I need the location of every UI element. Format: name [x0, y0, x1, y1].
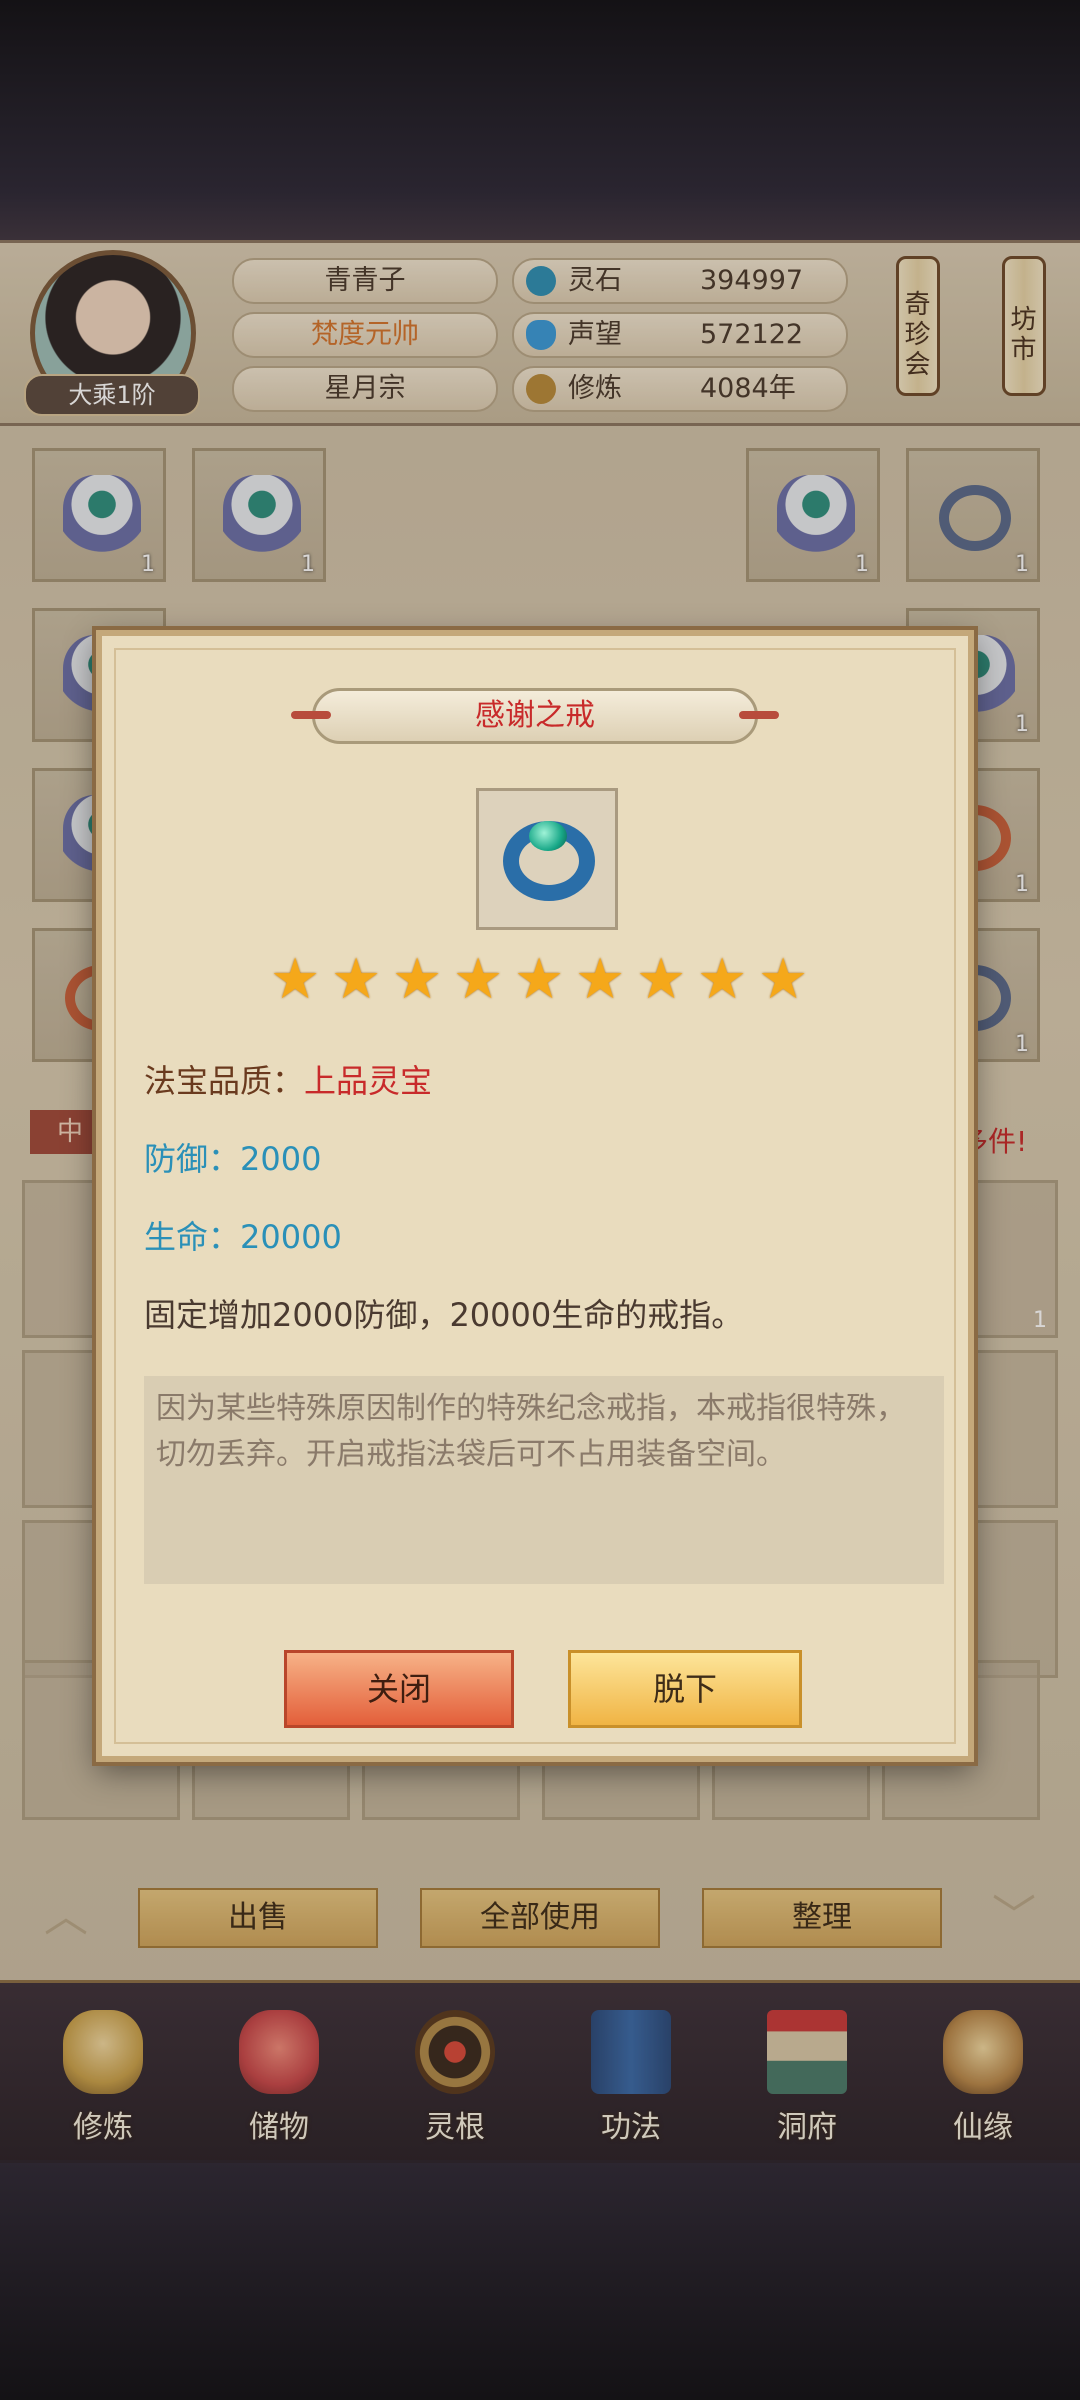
effect-text: 固定增加2000防御，20000生命的戒指。 — [144, 1296, 744, 1334]
unequip-button[interactable]: 脱下 — [568, 1650, 802, 1728]
star-icon: ★ — [392, 947, 443, 1012]
star-icon: ★ — [453, 947, 504, 1012]
star-rating: ★ ★ ★ ★ ★ ★ ★ ★ ★ — [270, 952, 830, 1012]
item-detail-dialog: 感谢之戒 ★ ★ ★ ★ ★ ★ ★ ★ ★ 法宝品质：上品灵宝 防御：2000 生命：2000… — [96, 630, 974, 1762]
close-button[interactable]: 关闭 — [284, 1650, 514, 1728]
quality-label: 法宝品质： — [144, 1062, 305, 1100]
star-icon: ★ — [636, 947, 687, 1012]
star-icon: ★ — [697, 947, 748, 1012]
item-icon-frame — [476, 788, 618, 930]
ring-gem — [529, 821, 567, 851]
star-icon: ★ — [331, 947, 382, 1012]
quality-line: 法宝品质：上品灵宝 — [144, 1056, 432, 1102]
item-title: 感谢之戒 — [291, 688, 779, 744]
star-icon: ★ — [575, 947, 626, 1012]
quality-value: 上品灵宝 — [304, 1062, 433, 1100]
status-area — [0, 0, 1080, 240]
star-icon: ★ — [758, 947, 809, 1012]
defense-stat: 防御：2000 — [144, 1140, 322, 1178]
bottom-area — [0, 2160, 1080, 2400]
lore-text: 因为某些特殊原因制作的特殊纪念戒指，本戒指很特殊，切勿丢弃。开启戒指法袋后可不占… — [144, 1376, 944, 1584]
life-stat: 生命：20000 — [144, 1218, 342, 1256]
star-icon: ★ — [514, 947, 565, 1012]
star-icon: ★ — [270, 947, 321, 1012]
